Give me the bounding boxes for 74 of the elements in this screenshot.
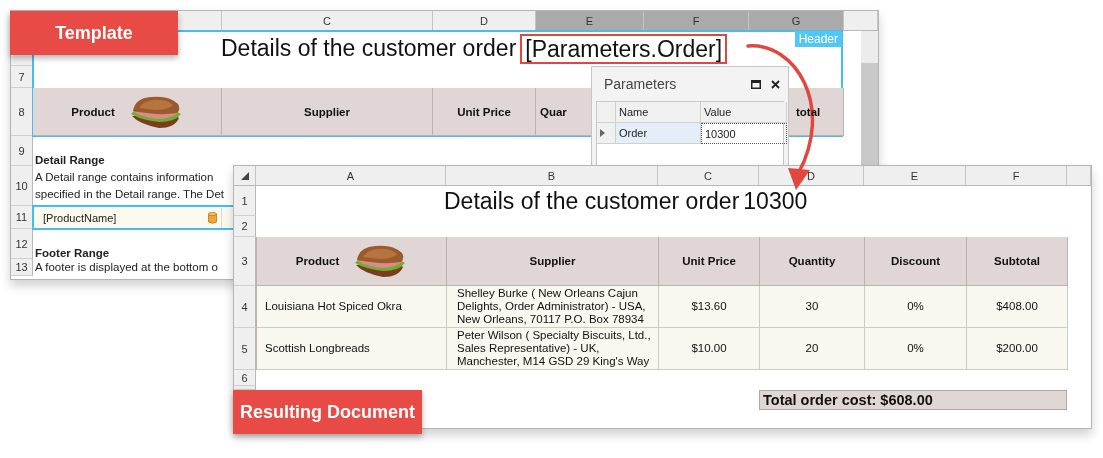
table-cell: Scottish Longbreads bbox=[257, 328, 447, 370]
sheet-title: Details of the customer order bbox=[221, 35, 517, 62]
database-icon bbox=[208, 211, 217, 224]
row-selector[interactable] bbox=[597, 123, 616, 144]
table-cell: $408.00 bbox=[967, 286, 1068, 328]
column-header[interactable]: E bbox=[536, 11, 644, 30]
section-heading: Detail Range bbox=[34, 154, 105, 166]
table-cell: $200.00 bbox=[967, 328, 1068, 370]
row-header[interactable] bbox=[234, 386, 256, 390]
grid-column-header[interactable]: Name bbox=[616, 102, 701, 123]
row-header[interactable]: 2 bbox=[234, 216, 256, 237]
column-heading: Product bbox=[257, 237, 447, 286]
table-cell: Peter Wilson ( Specialty Biscuits, Ltd., Sales Representative) - UK, Manchester, M14 GSD 29 King's Way bbox=[447, 328, 659, 370]
table-cell: $13.60 bbox=[659, 286, 760, 328]
column-header[interactable] bbox=[1067, 166, 1091, 185]
column-header[interactable]: G bbox=[749, 11, 844, 30]
column-heading: Discount bbox=[865, 237, 967, 286]
column-header[interactable]: C bbox=[222, 11, 433, 30]
row-indicator-icon bbox=[600, 129, 605, 137]
parameter-name: Order bbox=[616, 123, 701, 144]
description-text: specified in the Detail range. The Det bbox=[34, 187, 224, 202]
table-cell: 0% bbox=[865, 328, 967, 370]
column-heading: Supplier bbox=[447, 237, 659, 286]
parameter-field: [Parameters.Order] bbox=[520, 33, 728, 64]
description-text: A Detail range contains information bbox=[34, 170, 214, 185]
grid-column-header[interactable]: Value bbox=[701, 102, 787, 123]
column-header[interactable]: F bbox=[966, 166, 1067, 185]
corner-triangle-icon[interactable] bbox=[240, 171, 249, 180]
column-header[interactable]: A bbox=[256, 166, 446, 185]
table-cell: Shelley Burke ( New Orleans Cajun Delights, Order Administrator) - USA, New Orleans, 70117 P.O. Box 78934 bbox=[447, 286, 659, 328]
row-header[interactable]: 1 bbox=[234, 186, 256, 216]
row-header[interactable]: 13 bbox=[11, 259, 33, 276]
column-header[interactable]: E bbox=[864, 166, 966, 185]
table-cell: 0% bbox=[865, 286, 967, 328]
template-field[interactable]: [ProductName] bbox=[33, 206, 222, 229]
column-header[interactable]: F bbox=[644, 11, 749, 30]
description-text: A footer is displayed at the bottom o bbox=[34, 260, 218, 275]
column-header[interactable] bbox=[844, 11, 878, 30]
sheet-title: Details of the customer order bbox=[444, 187, 740, 215]
column-heading: Unit Price bbox=[659, 237, 760, 286]
column-heading: Product bbox=[33, 88, 222, 136]
column-header[interactable] bbox=[179, 11, 222, 30]
row-header[interactable]: 11 bbox=[11, 206, 33, 229]
template-label: Template bbox=[10, 11, 178, 55]
row-header[interactable]: 10 bbox=[11, 166, 33, 206]
column-heading: Quantity bbox=[760, 237, 865, 286]
restore-icon[interactable] bbox=[751, 79, 761, 89]
close-icon[interactable] bbox=[771, 79, 780, 89]
section-heading: Footer Range bbox=[34, 247, 110, 259]
range-tag: Header bbox=[794, 31, 842, 47]
table-cell: 30 bbox=[760, 286, 865, 328]
column-header[interactable]: C bbox=[658, 166, 759, 185]
table-cell: 20 bbox=[760, 328, 865, 370]
column-header[interactable]: B bbox=[446, 166, 658, 185]
table-cell: $10.00 bbox=[659, 328, 760, 370]
row-header[interactable]: 5 bbox=[234, 328, 256, 370]
result-label: Resulting Document bbox=[233, 390, 422, 434]
select-all-corner[interactable] bbox=[234, 166, 256, 185]
column-header[interactable]: D bbox=[433, 11, 536, 30]
row-header[interactable]: 3 bbox=[234, 237, 256, 286]
column-heading: Subtotal bbox=[967, 237, 1068, 286]
table-cell: Louisiana Hot Spiced Okra bbox=[257, 286, 447, 328]
row-header[interactable]: 6 bbox=[234, 370, 256, 386]
parameter-value[interactable]: 10300 bbox=[701, 123, 787, 144]
column-heading: Unit Price bbox=[433, 88, 536, 136]
row-header[interactable]: 9 bbox=[11, 136, 33, 166]
column-heading: Supplier bbox=[222, 88, 433, 136]
total-cost: Total order cost: $608.00 bbox=[759, 390, 1067, 410]
row-header[interactable] bbox=[11, 56, 33, 66]
order-number: 10300 bbox=[743, 187, 808, 215]
row-header[interactable]: 8 bbox=[11, 88, 33, 136]
row-header[interactable]: 7 bbox=[11, 66, 33, 88]
row-header[interactable]: 12 bbox=[11, 229, 33, 259]
row-header[interactable]: 4 bbox=[234, 286, 256, 328]
